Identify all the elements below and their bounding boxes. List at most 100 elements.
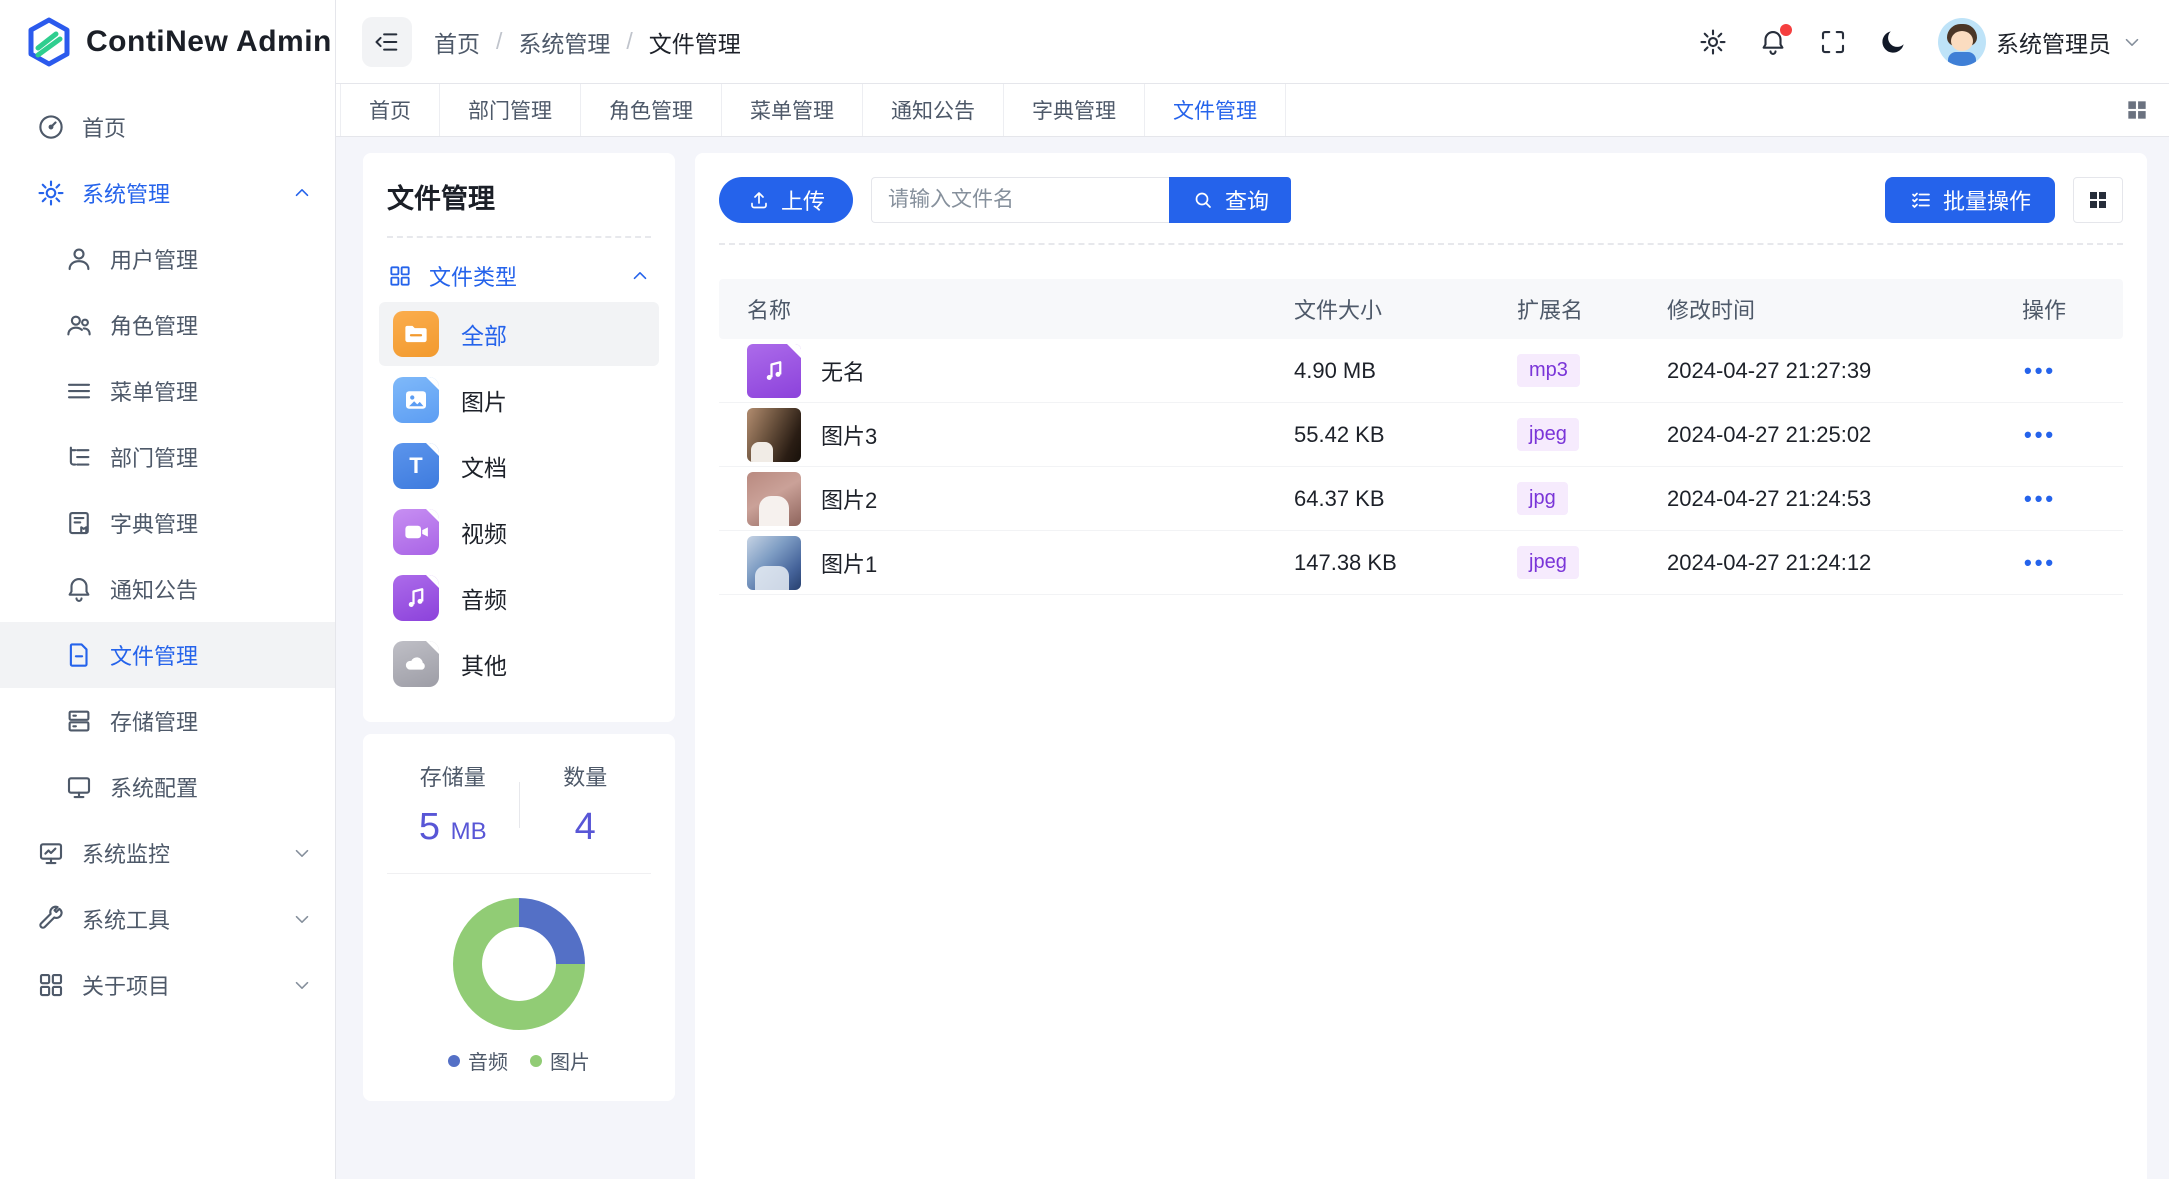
topbar: 首页 / 系统管理 / 文件管理 系统管理员	[336, 0, 2169, 84]
chevron-up-icon	[629, 265, 651, 287]
table-row[interactable]: 图片3 55.42 KB jpeg 2024-04-27 21:25:02 ••…	[719, 403, 2123, 467]
divider	[719, 243, 2123, 245]
tab-role[interactable]: 角色管理	[581, 84, 722, 136]
cloud-file-icon	[393, 641, 439, 687]
breadcrumb: 首页 / 系统管理 / 文件管理	[434, 25, 741, 59]
toolbar: 上传 查询 批量操作	[719, 177, 2123, 223]
legend-label: 音频	[468, 1046, 508, 1075]
tab-menu[interactable]: 菜单管理	[722, 84, 863, 136]
breadcrumb-item[interactable]: 首页	[434, 25, 480, 59]
table-row[interactable]: 无名 4.90 MB mp3 2024-04-27 21:27:39 •••	[719, 339, 2123, 403]
sidebar-item-label: 部门管理	[110, 441, 313, 473]
legend-item-audio[interactable]: 音频	[448, 1046, 508, 1075]
notification-badge	[1780, 24, 1792, 36]
sidebar-item-file-management[interactable]: 文件管理	[0, 622, 335, 688]
query-button[interactable]: 查询	[1169, 177, 1291, 223]
stat-value: 5	[419, 806, 440, 848]
breadcrumb-item[interactable]: 系统管理	[518, 25, 610, 59]
dark-mode-button[interactable]	[1878, 27, 1908, 57]
logo-icon	[26, 17, 72, 67]
search-input[interactable]	[871, 177, 1169, 223]
sidebar-item-about[interactable]: 关于项目	[0, 952, 335, 1018]
tab-actions-button[interactable]	[2105, 84, 2169, 136]
tabbar: 首页 部门管理 角色管理 菜单管理 通知公告 字典管理 文件管理	[336, 84, 2169, 137]
fullscreen-button[interactable]	[1818, 27, 1848, 57]
tab-home[interactable]: 首页	[340, 84, 440, 136]
divider	[387, 236, 651, 238]
left-column: 文件管理 文件类型 全部 图片 T 文档	[363, 153, 675, 1101]
tab-file[interactable]: 文件管理	[1145, 84, 1286, 136]
sidebar-item-home[interactable]: 首页	[0, 94, 335, 160]
table-row[interactable]: 图片1 147.38 KB jpeg 2024-04-27 21:24:12 •…	[719, 531, 2123, 595]
file-name: 图片3	[821, 419, 877, 451]
upload-icon	[747, 188, 771, 212]
file-type-label: 音频	[461, 581, 507, 615]
sidebar-item-department-management[interactable]: 部门管理	[0, 424, 335, 490]
sidebar-item-user-management[interactable]: 用户管理	[0, 226, 335, 292]
file-type-document[interactable]: T 文档	[379, 434, 659, 498]
sidebar-item-role-management[interactable]: 角色管理	[0, 292, 335, 358]
sidebar-item-dict-management[interactable]: 字典管理	[0, 490, 335, 556]
file-type-image[interactable]: 图片	[379, 368, 659, 432]
sidebar-item-menu-management[interactable]: 菜单管理	[0, 358, 335, 424]
file-type-other[interactable]: 其他	[379, 632, 659, 696]
menu-lines-icon	[64, 376, 94, 406]
monitor-chart-icon	[36, 838, 66, 868]
row-actions-button[interactable]: •••	[2024, 550, 2056, 575]
sidebar-item-notice[interactable]: 通知公告	[0, 556, 335, 622]
query-label: 查询	[1225, 184, 1269, 216]
sidebar-item-system-config[interactable]: 系统配置	[0, 754, 335, 820]
file-icon	[64, 640, 94, 670]
notifications-button[interactable]	[1758, 27, 1788, 57]
table-row[interactable]: 图片2 64.37 KB jpg 2024-04-27 21:24:53 •••	[719, 467, 2123, 531]
sidebar-item-label: 角色管理	[110, 309, 313, 341]
image-file-icon	[393, 377, 439, 423]
storage-stats-card: 存储量 5 MB 数量 4 音频	[363, 734, 675, 1101]
batch-operation-button[interactable]: 批量操作	[1885, 177, 2055, 223]
tab-department[interactable]: 部门管理	[440, 84, 581, 136]
sidebar-item-label: 首页	[82, 111, 313, 143]
storage-donut-chart	[453, 898, 585, 1030]
grid-view-icon	[2086, 188, 2110, 212]
row-actions-button[interactable]: •••	[2024, 422, 2056, 447]
sidebar-collapse-button[interactable]	[362, 17, 412, 67]
stat-label: 存储量	[387, 760, 519, 792]
sidebar-item-system-monitor[interactable]: 系统监控	[0, 820, 335, 886]
stat-storage: 存储量 5 MB	[387, 760, 519, 849]
tab-label: 部门管理	[468, 95, 552, 125]
menu-fold-icon	[373, 28, 401, 56]
tab-dict[interactable]: 字典管理	[1004, 84, 1145, 136]
legend-item-image[interactable]: 图片	[530, 1046, 590, 1075]
row-actions-button[interactable]: •••	[2024, 358, 2056, 383]
file-type-all[interactable]: 全部	[379, 302, 659, 366]
users-icon	[64, 310, 94, 340]
modified-time: 2024-04-27 21:24:12	[1667, 550, 2022, 576]
file-type-video[interactable]: 视频	[379, 500, 659, 564]
sidebar-item-storage-management[interactable]: 存储管理	[0, 688, 335, 754]
sidebar-menu: 首页 系统管理 用户管理 角色管理 菜单管理 部门管理 字典管理	[0, 84, 335, 1018]
sidebar-item-system-tools[interactable]: 系统工具	[0, 886, 335, 952]
chevron-down-icon	[2121, 31, 2143, 53]
storage-chart: 音频 图片	[387, 898, 651, 1075]
row-actions-button[interactable]: •••	[2024, 486, 2056, 511]
column-header-modified: 修改时间	[1667, 293, 2022, 325]
content: 文件管理 文件类型 全部 图片 T 文档	[336, 137, 2169, 1179]
tab-label: 通知公告	[891, 95, 975, 125]
tab-notice[interactable]: 通知公告	[863, 84, 1004, 136]
audio-file-icon	[747, 344, 801, 398]
file-size: 64.37 KB	[1294, 486, 1517, 512]
settings-button[interactable]	[1698, 27, 1728, 57]
file-type-group-header[interactable]: 文件类型	[387, 252, 651, 300]
logo[interactable]: ContiNew Admin	[0, 0, 335, 84]
upload-button[interactable]: 上传	[719, 177, 853, 223]
user-menu[interactable]: 系统管理员	[1938, 18, 2143, 66]
file-name: 图片1	[821, 547, 877, 579]
file-name: 无名	[821, 355, 865, 387]
view-toggle-button[interactable]	[2073, 177, 2123, 223]
legend-dot	[448, 1055, 460, 1067]
file-type-audio[interactable]: 音频	[379, 566, 659, 630]
topbar-actions: 系统管理员	[1698, 18, 2143, 66]
grid-icon	[387, 263, 413, 289]
sidebar-item-system-management[interactable]: 系统管理	[0, 160, 335, 226]
stat-label: 数量	[520, 760, 652, 792]
